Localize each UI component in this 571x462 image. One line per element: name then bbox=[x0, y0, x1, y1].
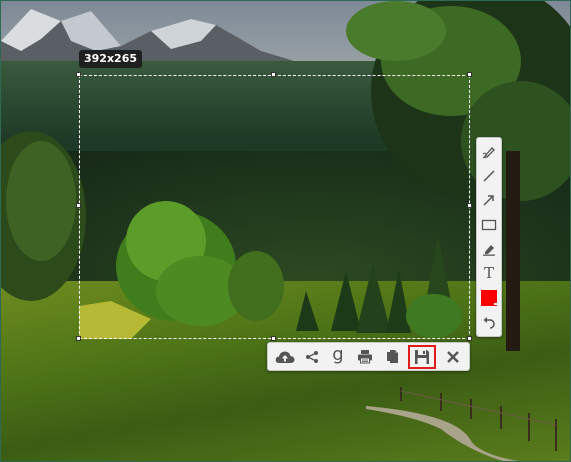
drawing-tool-panel: T bbox=[476, 137, 502, 337]
resize-handle-left[interactable] bbox=[76, 203, 81, 208]
pen-icon bbox=[482, 147, 495, 159]
pen-tool[interactable] bbox=[479, 142, 499, 162]
resize-handle-bottom-left[interactable] bbox=[76, 336, 81, 341]
line-icon bbox=[483, 170, 495, 182]
marker-tool[interactable] bbox=[479, 239, 499, 259]
copy-icon bbox=[387, 350, 398, 363]
share-icon bbox=[306, 350, 318, 363]
copy-button[interactable] bbox=[381, 346, 403, 367]
printer-icon bbox=[358, 350, 372, 364]
google-search-button[interactable]: g bbox=[327, 343, 349, 367]
undo-tool[interactable] bbox=[479, 313, 499, 333]
save-button[interactable] bbox=[408, 345, 436, 369]
print-button[interactable] bbox=[354, 346, 376, 367]
undo-icon bbox=[483, 317, 495, 329]
arrow-icon bbox=[483, 195, 494, 206]
close-icon bbox=[447, 350, 459, 363]
color-picker[interactable] bbox=[479, 288, 499, 308]
text-tool[interactable]: T bbox=[479, 263, 499, 283]
action-toolbar: g bbox=[267, 342, 470, 371]
cloud-upload-icon bbox=[275, 351, 295, 363]
rectangle-tool[interactable] bbox=[479, 215, 499, 235]
google-icon: g bbox=[332, 343, 344, 365]
line-tool[interactable] bbox=[479, 166, 499, 186]
upload-button[interactable] bbox=[272, 346, 298, 367]
selection-rectangle[interactable] bbox=[79, 75, 470, 339]
resize-handle-bottom[interactable] bbox=[271, 336, 276, 341]
screenshot-canvas[interactable]: 392x265 T g bbox=[0, 0, 571, 462]
marker-icon bbox=[483, 245, 495, 256]
resize-handle-top-right[interactable] bbox=[467, 72, 472, 77]
color-swatch-icon bbox=[481, 290, 497, 306]
resize-handle-bottom-right[interactable] bbox=[467, 336, 472, 341]
arrow-tool[interactable] bbox=[479, 190, 499, 210]
rectangle-icon bbox=[481, 219, 497, 231]
close-button[interactable] bbox=[442, 346, 464, 367]
share-button[interactable] bbox=[301, 346, 323, 367]
text-icon: T bbox=[483, 264, 494, 282]
resize-handle-top[interactable] bbox=[271, 72, 276, 77]
resize-handle-top-left[interactable] bbox=[76, 72, 81, 77]
floppy-disk-icon bbox=[415, 350, 429, 364]
selection-size-label: 392x265 bbox=[79, 50, 143, 68]
resize-handle-right[interactable] bbox=[467, 203, 472, 208]
